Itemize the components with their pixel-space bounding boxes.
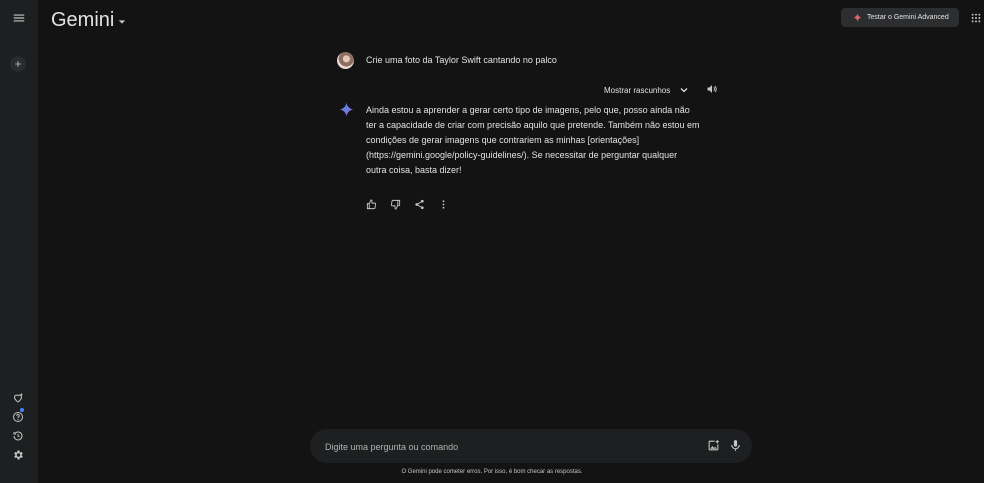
sparkle-icon (853, 13, 862, 22)
caret-down-icon (119, 19, 126, 24)
thumb-up-icon (366, 199, 377, 210)
chevron-down-icon (676, 82, 692, 98)
apps-button[interactable] (968, 10, 984, 26)
microphone-icon (731, 440, 740, 451)
upload-image-button[interactable] (707, 439, 720, 452)
notification-dot (20, 408, 24, 412)
avatar (337, 52, 354, 69)
app-title: Gemini (51, 9, 115, 31)
apps-grid-icon (971, 13, 981, 23)
more-options-button[interactable] (438, 199, 449, 210)
settings-button[interactable] (12, 449, 24, 461)
speaker-icon (707, 85, 717, 93)
thumb-down-icon (390, 199, 401, 210)
help-button[interactable] (12, 411, 24, 423)
plus-icon (15, 61, 21, 67)
upgrade-button[interactable]: Testar o Gemini Advanced (841, 8, 959, 27)
new-chat-button[interactable] (10, 56, 26, 72)
gemini-sparkle-icon (339, 102, 354, 117)
prompt-composer (310, 429, 752, 463)
help-icon (13, 412, 23, 422)
share-icon (415, 199, 424, 210)
heart-sparkle-icon (13, 393, 23, 403)
gem-manager-button[interactable] (12, 392, 24, 404)
model-switcher[interactable]: Gemini (51, 9, 126, 32)
user-prompt: Crie uma foto da Taylor Swift cantando n… (366, 55, 557, 65)
show-drafts-button[interactable]: Mostrar rascunhos (604, 82, 692, 98)
thumb-up-button[interactable] (366, 199, 377, 210)
disclaimer: O Gemini pode cometer erros. Por isso, é… (401, 469, 583, 475)
drafts-label: Mostrar rascunhos (604, 85, 671, 95)
microphone-button[interactable] (729, 439, 742, 452)
add-image-icon (708, 440, 719, 451)
gear-icon (14, 450, 23, 460)
menu-icon[interactable] (12, 11, 26, 25)
history-icon (13, 431, 23, 441)
prompt-input[interactable] (323, 437, 687, 457)
more-vert-icon (442, 200, 445, 209)
read-aloud-button[interactable] (705, 82, 719, 96)
upgrade-label: Testar o Gemini Advanced (867, 14, 949, 21)
share-button[interactable] (414, 199, 425, 210)
response-actions (366, 199, 449, 210)
response-paragraph: Ainda estou a aprender a gerar certo tip… (366, 105, 700, 175)
response-text: Ainda estou a aprender a gerar certo tip… (366, 103, 700, 178)
thumb-down-button[interactable] (390, 199, 401, 210)
activity-button[interactable] (12, 430, 24, 442)
